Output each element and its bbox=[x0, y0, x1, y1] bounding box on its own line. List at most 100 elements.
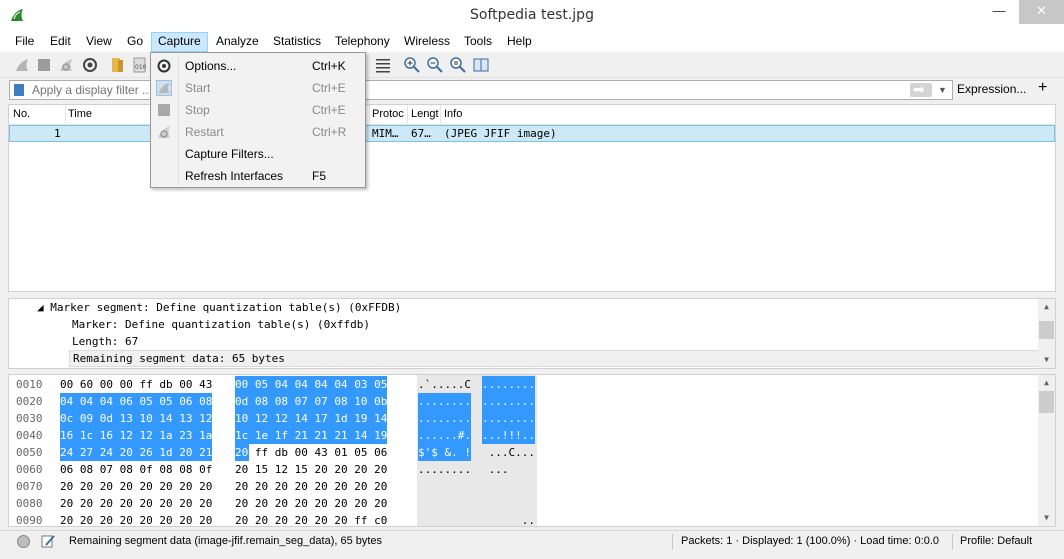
ascii-right[interactable] bbox=[482, 495, 535, 512]
menu-item-options[interactable]: Options... Ctrl+K bbox=[151, 55, 365, 77]
ascii-left[interactable]: .`.....C bbox=[418, 376, 471, 393]
zoom-in-icon[interactable] bbox=[403, 56, 421, 74]
ascii-left[interactable]: ........ bbox=[418, 410, 471, 427]
hex-bytes-right[interactable]: 1c 1e 1f 21 21 21 14 19 bbox=[235, 427, 388, 444]
scroll-thumb[interactable] bbox=[1039, 391, 1054, 413]
byte-offset[interactable]: 0080 bbox=[16, 495, 43, 512]
save-file-icon[interactable]: 010 bbox=[131, 56, 149, 74]
byte-offset[interactable]: 0020 bbox=[16, 393, 43, 410]
hex-bytes-right[interactable]: 20 20 20 20 20 20 ff c0 bbox=[235, 512, 387, 526]
open-file-icon[interactable] bbox=[109, 56, 127, 74]
menu-edit[interactable]: Edit bbox=[44, 32, 77, 52]
bookmark-icon[interactable] bbox=[14, 84, 24, 96]
menu-telephony[interactable]: Telephony bbox=[329, 32, 396, 52]
add-filter-button[interactable]: + bbox=[1038, 79, 1047, 97]
ascii-right[interactable] bbox=[482, 478, 535, 495]
menu-file[interactable]: File bbox=[9, 32, 40, 52]
menu-item-restart[interactable]: Restart Ctrl+R bbox=[151, 121, 365, 143]
menu-go[interactable]: Go bbox=[121, 32, 149, 52]
hex-bytes-right[interactable]: 20 20 20 20 20 20 20 20 bbox=[235, 495, 387, 512]
ascii-right[interactable]: ........ bbox=[482, 393, 535, 410]
byte-offset[interactable]: 0090 bbox=[16, 512, 43, 526]
ascii-right[interactable]: ... bbox=[482, 461, 535, 478]
scroll-thumb[interactable] bbox=[1039, 321, 1054, 339]
hex-bytes-right[interactable]: 10 12 12 14 17 1d 19 14 bbox=[235, 410, 388, 427]
bytes-scrollbar[interactable]: ▲ ▼ bbox=[1038, 375, 1055, 526]
column-length[interactable]: Lengt bbox=[411, 108, 439, 120]
ascii-left[interactable] bbox=[418, 478, 471, 495]
hex-bytes-left[interactable]: 24 27 24 20 26 1d 20 21 bbox=[60, 444, 213, 461]
scroll-up-icon[interactable]: ▲ bbox=[1038, 376, 1055, 390]
menu-help[interactable]: Help bbox=[501, 32, 538, 52]
ascii-left[interactable] bbox=[418, 495, 471, 512]
byte-offset[interactable]: 0060 bbox=[16, 461, 43, 478]
ascii-right[interactable]: ........ bbox=[482, 410, 535, 427]
menu-analyze[interactable]: Analyze bbox=[210, 32, 265, 52]
hex-bytes-left[interactable]: 04 04 04 06 05 05 06 08 bbox=[60, 393, 213, 410]
menu-tools[interactable]: Tools bbox=[458, 32, 498, 52]
stop-capture-icon[interactable] bbox=[35, 56, 53, 74]
apply-filter-arrow-icon[interactable] bbox=[910, 81, 932, 98]
ascii-left[interactable]: ......#. bbox=[418, 427, 471, 444]
ascii-right[interactable]: ...C... bbox=[482, 444, 535, 461]
menu-item-refresh-interfaces[interactable]: Refresh Interfaces F5 bbox=[151, 165, 365, 187]
byte-offset[interactable]: 0040 bbox=[16, 427, 43, 444]
ascii-left[interactable] bbox=[418, 512, 471, 526]
menu-item-stop[interactable]: Stop Ctrl+E bbox=[151, 99, 365, 121]
start-capture-icon[interactable] bbox=[13, 56, 31, 74]
hex-byte-selected[interactable]: 20 ff db 00 43 01 05 06 bbox=[235, 444, 249, 461]
ascii-right[interactable]: .. bbox=[482, 512, 535, 526]
hex-bytes-left[interactable]: 20 20 20 20 20 20 20 20 bbox=[60, 495, 212, 512]
menu-capture[interactable]: Capture bbox=[151, 32, 208, 52]
column-no[interactable]: No. bbox=[13, 108, 30, 120]
hex-bytes-right[interactable]: 20 ff db 00 43 01 05 06 bbox=[249, 444, 387, 461]
details-scrollbar[interactable]: ▲ ▼ bbox=[1038, 299, 1055, 368]
ascii-left[interactable]: ........ bbox=[418, 461, 471, 478]
close-button[interactable]: ✕ bbox=[1019, 0, 1064, 24]
tree-leaf-marker[interactable]: Marker: Define quantization table(s) (0x… bbox=[72, 316, 370, 333]
zoom-out-icon[interactable] bbox=[426, 56, 444, 74]
ascii-right[interactable]: ........ bbox=[482, 376, 535, 393]
ascii-left[interactable]: ........ bbox=[418, 393, 471, 410]
menu-item-start[interactable]: Start Ctrl+E bbox=[151, 77, 365, 99]
column-time[interactable]: Time bbox=[68, 108, 92, 120]
resize-all-columns-icon[interactable] bbox=[472, 56, 490, 74]
hex-bytes-left[interactable]: 20 20 20 20 20 20 20 20 bbox=[60, 478, 212, 495]
expert-info-icon[interactable] bbox=[16, 534, 31, 549]
byte-offset[interactable]: 0050 bbox=[16, 444, 43, 461]
hex-bytes-left[interactable]: 06 08 07 08 0f 08 08 0f bbox=[60, 461, 212, 478]
hex-bytes-right[interactable]: 0d 08 08 07 07 08 10 0b bbox=[235, 393, 388, 410]
column-info[interactable]: Info bbox=[444, 108, 462, 120]
hex-bytes-left[interactable]: 16 1c 16 12 12 1a 23 1a bbox=[60, 427, 213, 444]
restart-capture-icon[interactable] bbox=[57, 56, 75, 74]
ascii-left[interactable]: $'$ &. ! bbox=[418, 444, 471, 461]
byte-offset[interactable]: 0030 bbox=[16, 410, 43, 427]
status-profile[interactable]: Profile: Default bbox=[960, 535, 1032, 547]
ascii-right[interactable]: ...!!!.. bbox=[482, 427, 535, 444]
resize-columns-icon[interactable] bbox=[374, 56, 392, 74]
menu-view[interactable]: View bbox=[80, 32, 118, 52]
hex-bytes-left[interactable]: 00 60 00 00 ff db 00 43 bbox=[60, 376, 212, 393]
hex-bytes-left[interactable]: 20 20 20 20 20 20 20 20 bbox=[60, 512, 212, 526]
tree-leaf-remaining-data[interactable]: Remaining segment data: 65 bytes bbox=[69, 350, 1039, 367]
capture-options-icon[interactable] bbox=[81, 56, 99, 74]
scroll-down-icon[interactable]: ▼ bbox=[1038, 353, 1055, 367]
scroll-up-icon[interactable]: ▲ bbox=[1038, 300, 1055, 314]
tree-leaf-length[interactable]: Length: 67 bbox=[72, 333, 138, 350]
zoom-normal-icon[interactable] bbox=[449, 56, 467, 74]
hex-bytes-right[interactable]: 20 20 20 20 20 20 20 20 bbox=[235, 478, 387, 495]
menu-statistics[interactable]: Statistics bbox=[267, 32, 327, 52]
expression-button[interactable]: Expression... bbox=[957, 82, 1026, 96]
minimize-button[interactable]: — bbox=[981, 0, 1017, 24]
hex-bytes-left[interactable]: 0c 09 0d 13 10 14 13 12 bbox=[60, 410, 213, 427]
edit-comment-icon[interactable] bbox=[40, 533, 56, 549]
scroll-down-icon[interactable]: ▼ bbox=[1038, 511, 1055, 525]
menu-item-capture-filters[interactable]: Capture Filters... bbox=[151, 143, 365, 165]
column-protocol[interactable]: Protoc bbox=[372, 108, 404, 120]
hex-bytes-right[interactable]: 20 15 12 15 20 20 20 20 bbox=[235, 461, 387, 478]
tree-node-marker-segment[interactable]: ◢ Marker segment: Define quantization ta… bbox=[37, 299, 401, 316]
byte-offset[interactable]: 0070 bbox=[16, 478, 43, 495]
hex-bytes-right[interactable]: 00 05 04 04 04 04 03 05 bbox=[235, 376, 388, 393]
display-filter-input[interactable] bbox=[32, 82, 152, 98]
menu-wireless[interactable]: Wireless bbox=[398, 32, 456, 52]
